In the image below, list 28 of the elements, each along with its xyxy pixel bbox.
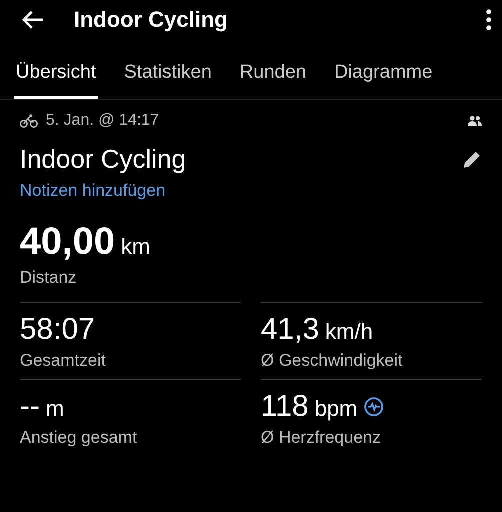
stat-label: Anstieg gesamt — [20, 428, 138, 448]
stat-unit: bpm — [314, 396, 358, 422]
tab[interactable]: Statistiken — [122, 62, 214, 99]
stat-value: -- — [20, 390, 40, 424]
back-button[interactable] — [22, 10, 44, 30]
heart-rate-icon — [364, 397, 384, 417]
people-icon — [468, 116, 482, 126]
distance-unit: km — [121, 234, 150, 260]
bicycle-icon — [20, 114, 38, 128]
activity-name: Indoor Cycling — [20, 144, 186, 175]
tab[interactable]: Übersicht — [14, 62, 98, 99]
distance-label: Distanz — [20, 268, 78, 288]
stat-value: 41,3 — [261, 313, 320, 347]
add-notes-link[interactable]: Notizen hinzufügen — [20, 181, 166, 201]
stat-label: Ø Herzfrequenz — [261, 428, 382, 448]
tab[interactable]: Runden — [238, 62, 308, 99]
more-menu-button[interactable] — [486, 9, 492, 31]
tab[interactable]: Diagramme — [332, 62, 435, 99]
stat-label: Gesamtzeit — [20, 351, 107, 371]
stat-unit: m — [46, 396, 64, 422]
stat-value: 118 — [261, 390, 309, 424]
stat-unit: km/h — [325, 319, 374, 345]
app-bar-title: Indoor Cycling — [74, 7, 229, 33]
distance-value: 40,00 — [20, 221, 116, 264]
stat-value: 58:07 — [20, 313, 96, 347]
stat-label: Ø Geschwindigkeit — [261, 351, 404, 371]
activity-date: 5. Jan. @ 14:17 — [46, 112, 160, 130]
edit-button[interactable] — [462, 150, 482, 170]
